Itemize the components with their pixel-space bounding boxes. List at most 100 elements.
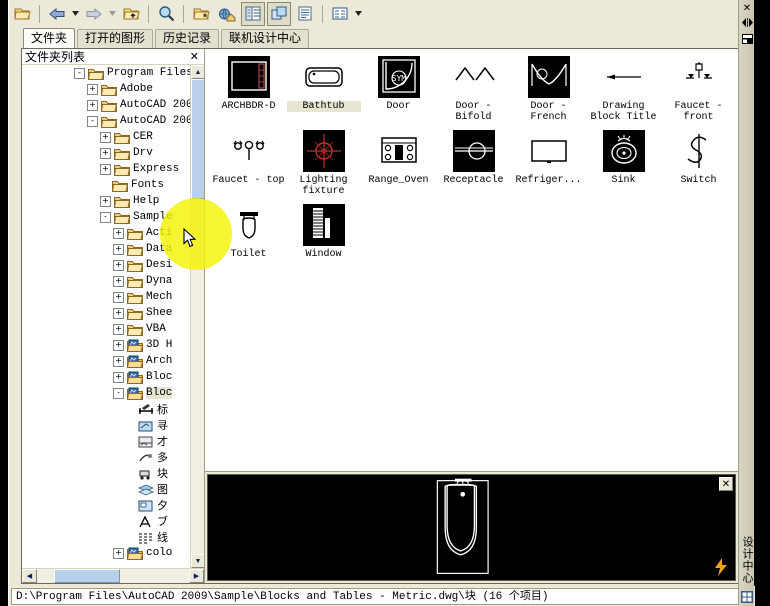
forward-button[interactable] [82,2,106,26]
tree-node[interactable]: - AutoCAD 200 [22,113,190,129]
block-item[interactable]: Sink [586,129,661,201]
block-item[interactable]: Toilet [211,203,286,275]
tree-node[interactable]: 夕 [22,497,190,513]
block-item[interactable]: Door - French [511,55,586,127]
back-dropdown-arrow[interactable] [70,2,81,26]
scroll-left-button[interactable]: ◀ [22,569,37,583]
tree-node[interactable]: Fonts [22,177,190,193]
tree-node[interactable]: 线 [22,529,190,545]
tree-node[interactable]: + Desi [22,257,190,273]
scroll-down-button[interactable]: ▼ [191,554,204,568]
expand-icon[interactable]: + [87,99,98,111]
tree-node[interactable]: + Adobe [22,81,190,97]
expand-icon[interactable]: + [113,291,124,303]
home-button[interactable] [215,2,239,26]
tree-node[interactable]: 块 [22,465,190,481]
block-item[interactable]: Drawing Block Title [586,55,661,127]
auto-hide-icon[interactable] [740,18,754,32]
collapse-icon[interactable]: - [87,115,98,127]
expand-icon[interactable]: + [100,131,111,143]
expand-icon[interactable]: + [113,227,124,239]
expand-icon[interactable]: + [113,339,124,351]
collapse-icon[interactable]: - [74,67,85,79]
tree-node[interactable]: + Mech [22,289,190,305]
tree-view-toggle-button[interactable] [241,1,265,26]
expand-icon[interactable]: + [87,83,98,95]
tree-node[interactable]: - Program Files [22,65,190,81]
tab-folders[interactable]: 文件夹 [23,28,76,48]
palette-menu-icon[interactable] [740,34,754,48]
block-item[interactable]: Window [286,203,361,275]
back-button[interactable] [45,2,69,26]
expand-icon[interactable]: + [100,147,111,159]
block-item[interactable]: Bathtub [286,55,361,127]
load-button[interactable] [10,2,34,26]
preview-toggle-button[interactable] [267,1,291,26]
tree-node[interactable]: + CER [22,129,190,145]
tree-node[interactable]: 图 [22,481,190,497]
block-item[interactable]: Door - Bifold [436,55,511,127]
tree-node[interactable]: ブ [22,513,190,529]
block-item[interactable]: Refriger... [511,129,586,201]
tree-node[interactable]: 多 [22,449,190,465]
expand-icon[interactable]: + [113,275,124,287]
block-item[interactable]: Range_Oven [361,129,436,201]
tree-node[interactable]: 才 [22,433,190,449]
close-icon[interactable]: ✕ [190,50,202,63]
views-dropdown-arrow[interactable] [353,2,364,26]
block-item[interactable]: ARCHBDR-D [211,55,286,127]
scroll-thumb[interactable] [191,79,204,199]
tab-open-drawings[interactable]: 打开的图形 [77,29,154,48]
tree-node[interactable]: + Data [22,241,190,257]
search-button[interactable] [154,2,178,26]
tree-node[interactable]: + Shee [22,305,190,321]
tree-node[interactable]: 标 [22,401,190,417]
expand-icon[interactable]: + [113,355,124,367]
block-item[interactable]: Faucet - top [211,129,286,201]
scroll-right-button[interactable]: ▶ [189,569,204,583]
expand-icon[interactable]: + [113,547,124,559]
tree-node[interactable]: + AutoCAD 200 [22,97,190,113]
collapse-icon[interactable]: - [113,387,124,399]
expand-icon[interactable]: + [113,307,124,319]
close-icon[interactable]: ✕ [740,2,754,16]
tree-node[interactable]: + Bloc [22,369,190,385]
block-item[interactable]: Receptacle [436,129,511,201]
preview-close-button[interactable]: ✕ [719,477,733,491]
tree-node[interactable]: +3D H [22,337,190,353]
tab-history[interactable]: 历史记录 [155,29,220,48]
tree-node[interactable]: + VBA [22,321,190,337]
tree-node[interactable]: + Dyna [22,273,190,289]
collapse-icon[interactable]: - [100,211,111,223]
tree-node[interactable]: + Drv [22,145,190,161]
expand-icon[interactable]: + [100,195,111,207]
tab-online-designcenter[interactable]: 联机设计中心 [221,29,310,48]
block-item[interactable]: Switch [661,129,736,201]
description-toggle-button[interactable] [293,2,317,26]
forward-dropdown-arrow[interactable] [107,2,118,26]
tree-node[interactable]: + colo [22,545,190,561]
tree-horizontal-scrollbar[interactable]: ◀ ▶ [22,568,204,583]
expand-icon[interactable]: + [113,243,124,255]
tree-node[interactable]: 寻 [22,417,190,433]
favorites-button[interactable] [189,2,213,26]
block-item[interactable]: Lighting fixture [286,129,361,201]
tree-node[interactable]: - Bloc [22,385,190,401]
tree-node[interactable]: + Express [22,161,190,177]
block-item[interactable]: Faucet - front [661,55,736,127]
tree-vertical-scrollbar[interactable]: ▲ ▼ [190,65,204,568]
block-item[interactable]: SYM Door [361,55,436,127]
expand-icon[interactable]: + [113,323,124,335]
expand-icon[interactable]: + [113,371,124,383]
tree-node[interactable]: + Acti [22,225,190,241]
block-items-grid[interactable]: ARCHBDR-D Bathtub SYM Door Door - Bifold Door… [205,49,738,471]
scroll-up-button[interactable]: ▲ [191,65,204,79]
tree-node[interactable]: + Arch [22,353,190,369]
folder-up-button[interactable] [119,2,143,26]
folder-tree-list[interactable]: - Program Files + Adobe + AutoCAD 200 - AutoCAD… [22,65,190,568]
tree-node[interactable]: - Sample [22,209,190,225]
tree-node[interactable]: + Help [22,193,190,209]
views-button[interactable] [328,2,352,26]
expand-icon[interactable]: + [113,259,124,271]
hscroll-thumb[interactable] [54,569,120,583]
